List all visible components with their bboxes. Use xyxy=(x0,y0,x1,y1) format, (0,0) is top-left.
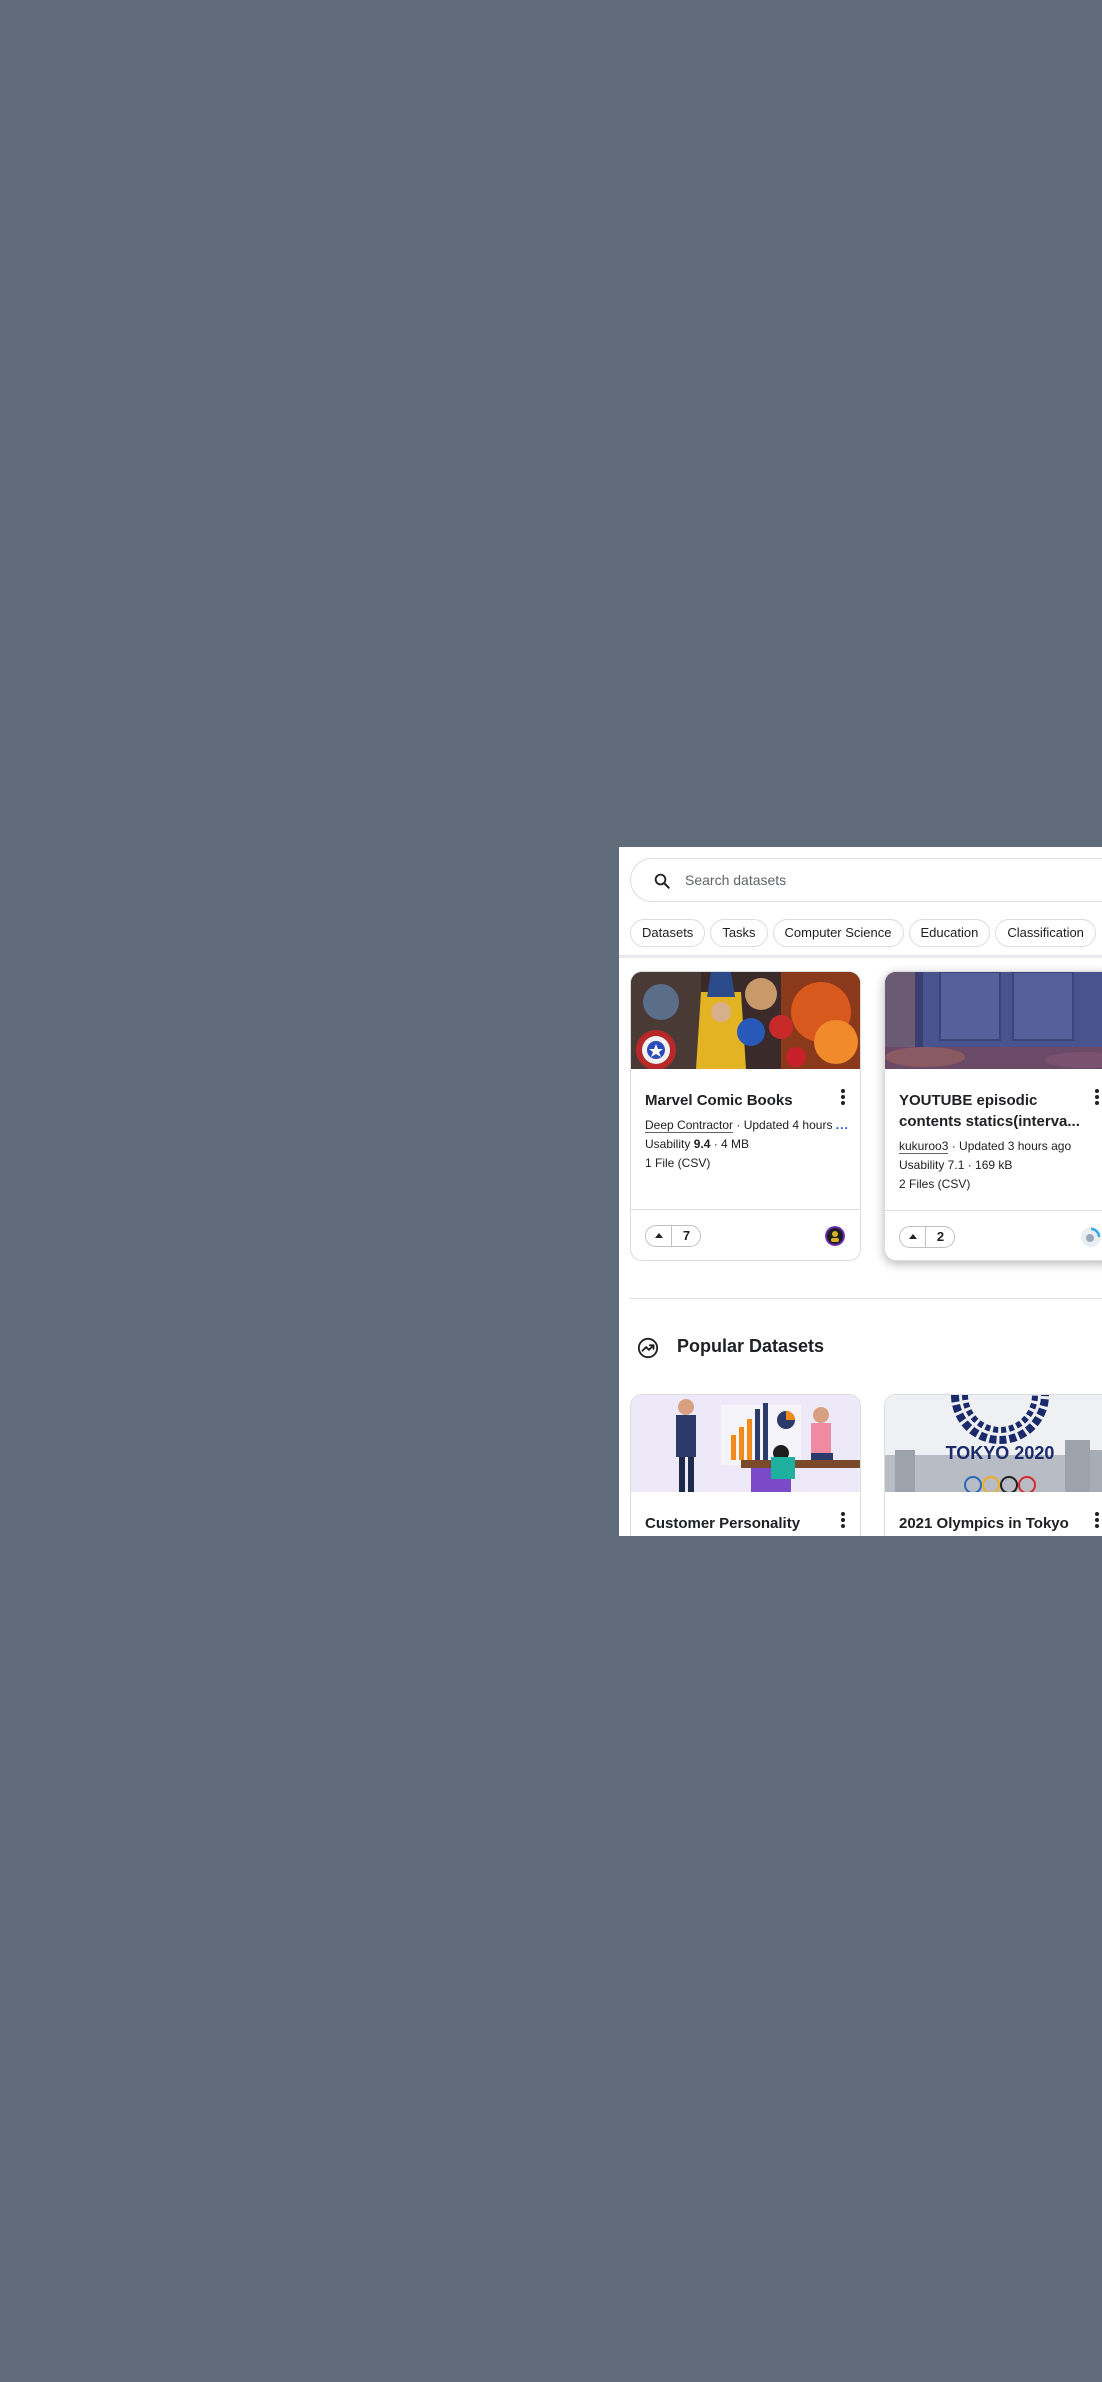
dataset-owner-link[interactable]: Deep Contractor xyxy=(645,1118,734,1133)
dataset-card-youtube[interactable]: YOUTUBE episodic contents statics(interv… xyxy=(884,971,1102,1261)
dataset-title[interactable]: Customer Personality xyxy=(645,1513,835,1534)
dataset-title[interactable]: YOUTUBE episodic contents statics(interv… xyxy=(899,1090,1089,1132)
dataset-card-customer-personality[interactable]: Customer Personality xyxy=(630,1394,861,1536)
dataset-byline: Deep Contractor · Updated 4 hours ... xyxy=(645,1118,849,1133)
dataset-usability: Usability 7.1 · 169 kB xyxy=(899,1158,1013,1172)
upvote-arrow-icon[interactable] xyxy=(900,1227,926,1247)
header-divider xyxy=(619,955,1102,958)
chip-computer-science[interactable]: Computer Science xyxy=(772,919,904,947)
dataset-card-marvel[interactable]: Marvel Comic Books Deep Contractor · Upd… xyxy=(630,971,861,1261)
upvote-arrow-icon[interactable] xyxy=(646,1226,672,1246)
vote-count: 2 xyxy=(936,1229,945,1244)
overflow-ellipsis: ... xyxy=(835,1118,849,1132)
dataset-thumbnail xyxy=(631,972,860,1069)
more-options-icon[interactable] xyxy=(1094,1088,1100,1106)
chip-education[interactable]: Education xyxy=(908,919,991,947)
more-options-icon[interactable] xyxy=(1094,1511,1100,1529)
chip-datasets[interactable]: Datasets xyxy=(630,919,706,947)
dataset-byline: kukuroo3 · Updated 3 hours ago xyxy=(899,1139,1072,1154)
datasets-panel: DatasetsTasksComputer ScienceEducationCl… xyxy=(619,847,1102,1536)
more-options-icon[interactable] xyxy=(840,1511,846,1529)
dataset-owner-link[interactable]: kukuroo3 xyxy=(899,1139,949,1154)
upvote-button[interactable]: 7 xyxy=(645,1225,701,1247)
dataset-thumbnail xyxy=(885,972,1102,1069)
dataset-usability: Usability 9.4 · 4 MB xyxy=(645,1137,750,1151)
trending-icon xyxy=(637,1337,659,1359)
more-options-icon[interactable] xyxy=(840,1088,846,1106)
dataset-thumbnail xyxy=(631,1395,860,1492)
vote-count: 7 xyxy=(682,1228,691,1243)
dataset-card-olympics-tokyo[interactable]: TOKYO 2020 2021 Olympics in Tokyo xyxy=(884,1394,1102,1536)
search-bar[interactable] xyxy=(630,858,1102,902)
chip-classification[interactable]: Classification xyxy=(995,919,1096,947)
section-divider xyxy=(630,1298,1102,1299)
dataset-files: 1 File (CSV) xyxy=(645,1156,711,1170)
owner-avatar[interactable] xyxy=(1081,1227,1101,1247)
owner-avatar[interactable] xyxy=(825,1226,845,1246)
chip-tasks[interactable]: Tasks xyxy=(710,919,768,947)
card-divider xyxy=(885,1210,1102,1211)
dataset-title[interactable]: 2021 Olympics in Tokyo xyxy=(899,1513,1089,1534)
dataset-title[interactable]: Marvel Comic Books xyxy=(645,1090,835,1111)
tokyo-2020-logo-text: TOKYO 2020 xyxy=(946,1443,1055,1463)
dataset-thumbnail: TOKYO 2020 xyxy=(885,1395,1102,1492)
search-icon xyxy=(654,873,670,889)
upvote-button[interactable]: 2 xyxy=(899,1226,955,1248)
dataset-files: 2 Files (CSV) xyxy=(899,1177,971,1191)
search-input[interactable] xyxy=(685,859,1102,901)
card-divider xyxy=(631,1209,860,1210)
section-title: Popular Datasets xyxy=(677,1336,825,1356)
filter-chips: Datasets Tasks Computer Science Education Cl… xyxy=(630,919,1101,947)
